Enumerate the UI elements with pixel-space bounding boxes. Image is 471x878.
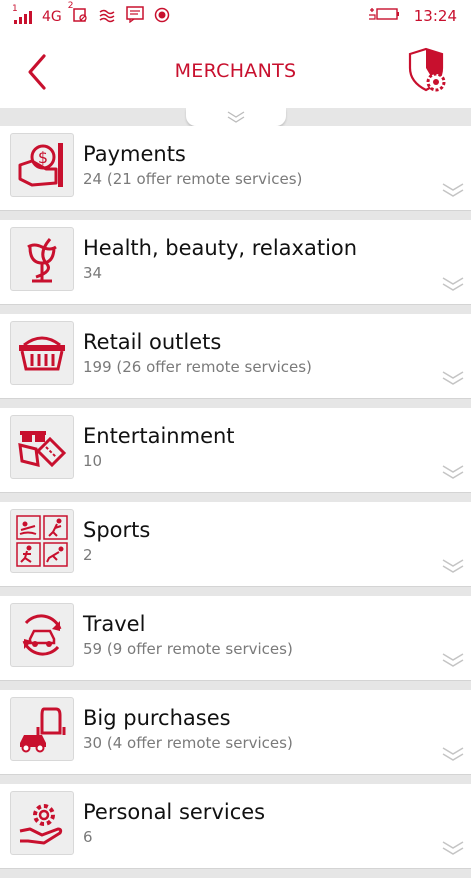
expand-chevron-icon[interactable] — [441, 838, 465, 856]
network-type: 4G — [42, 8, 62, 25]
message-icon — [126, 6, 144, 27]
category-name: Personal services — [83, 800, 266, 824]
category-name: Payments — [83, 142, 186, 166]
sim2-icon: 2 — [68, 1, 88, 27]
category-count: 10 — [83, 452, 103, 470]
category-count: 2 — [83, 546, 93, 564]
category-item-payments[interactable]: $ Payments 24 (21 offer remote services) — [0, 126, 471, 211]
shield-settings-icon — [408, 47, 446, 92]
category-item-sports[interactable]: Sports 2 — [0, 502, 471, 587]
double-chevron-down-icon — [227, 111, 245, 123]
category-item-health[interactable]: Health, beauty, relaxation 34 — [0, 220, 471, 305]
category-item-retail[interactable]: Retail outlets 199 (26 offer remote serv… — [0, 314, 471, 399]
sim1-label: 1 — [12, 3, 18, 14]
category-count: 199 (26 offer remote services) — [83, 358, 312, 376]
expand-chevron-icon[interactable] — [441, 180, 465, 198]
clock: 13:24 — [413, 7, 457, 25]
category-count: 6 — [83, 828, 93, 846]
category-name: Entertainment — [83, 424, 235, 448]
merchant-category-list: $ Payments 24 (21 offer remote services)… — [0, 126, 471, 878]
category-count: 59 (9 offer remote services) — [83, 640, 293, 658]
category-item-travel[interactable]: Travel 59 (9 offer remote services) — [0, 596, 471, 681]
category-name: Travel — [83, 612, 146, 636]
expand-chevron-icon[interactable] — [441, 556, 465, 574]
wifi-waves-icon — [98, 7, 116, 27]
category-item-big-purchases[interactable]: Big purchases 30 (4 offer remote service… — [0, 690, 471, 775]
category-count: 30 (4 offer remote services) — [83, 734, 293, 752]
category-item-entertainment[interactable]: Entertainment 10 — [0, 408, 471, 493]
expand-chevron-icon[interactable] — [441, 368, 465, 386]
expand-chevron-icon[interactable] — [441, 274, 465, 292]
expand-chevron-icon[interactable] — [441, 744, 465, 762]
basket-icon — [10, 321, 74, 385]
sim2-label: 2 — [67, 0, 74, 11]
payments-icon: $ — [10, 133, 74, 197]
big-purchases-icon — [10, 697, 74, 761]
pull-tab[interactable] — [186, 108, 286, 126]
pull-handle[interactable] — [0, 108, 471, 128]
sports-icon — [10, 509, 74, 573]
category-name: Health, beauty, relaxation — [83, 236, 358, 260]
app-header: MERCHANTS — [0, 32, 471, 108]
category-name: Sports — [83, 518, 151, 542]
page-title: MERCHANTS — [174, 60, 297, 82]
record-icon — [154, 7, 170, 27]
security-settings-button[interactable] — [407, 46, 449, 94]
travel-icon — [10, 603, 74, 667]
category-count: 24 (21 offer remote services) — [83, 170, 303, 188]
category-item-personal-services[interactable]: Personal services 6 — [0, 784, 471, 869]
status-bar: 1 4G 2 13:24 — [0, 0, 471, 32]
category-count: 34 — [83, 264, 103, 282]
personal-services-icon — [10, 791, 74, 855]
battery-charging-icon — [368, 6, 400, 26]
health-icon — [10, 227, 74, 291]
category-name: Big purchases — [83, 706, 231, 730]
expand-chevron-icon[interactable] — [441, 462, 465, 480]
expand-chevron-icon[interactable] — [441, 650, 465, 668]
entertainment-icon — [10, 415, 74, 479]
signal-icon: 1 — [12, 4, 32, 24]
category-name: Retail outlets — [83, 330, 222, 354]
